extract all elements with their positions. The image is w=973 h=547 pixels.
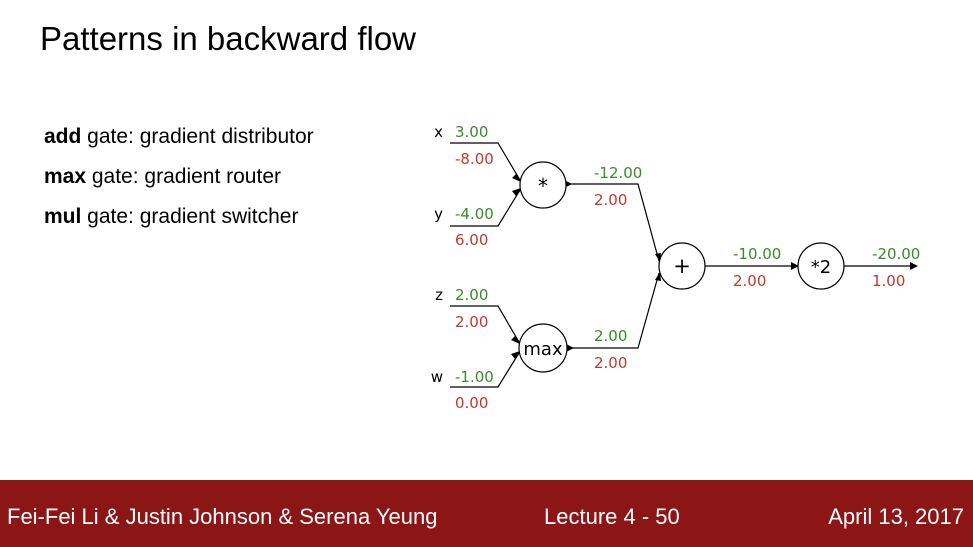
arrowhead: [512, 174, 521, 182]
input-name-w: w: [431, 368, 443, 386]
input-name-y: y: [434, 205, 443, 223]
footer-authors: Fei-Fei Li & Justin Johnson & Serena Yeu…: [7, 504, 438, 529]
y-gradient: 6.00: [455, 231, 488, 249]
add-gate-label: +: [673, 254, 691, 278]
y-value: -4.00: [455, 205, 494, 223]
add-output-value: -10.00: [733, 245, 781, 263]
w-gradient: 0.00: [455, 394, 488, 412]
x-value: 3.00: [455, 123, 488, 141]
arrowhead: [512, 188, 521, 196]
slide: Patterns in backward flow add gate: grad…: [0, 0, 973, 547]
arrowhead: [511, 351, 520, 359]
final-output-gradient: 1.00: [872, 272, 905, 290]
mul-output-gradient: 2.00: [594, 191, 627, 209]
add-output-gradient: 2.00: [733, 272, 766, 290]
z-gradient: 2.00: [455, 313, 488, 331]
x-gradient: -8.00: [455, 150, 494, 168]
z-value: 2.00: [455, 286, 488, 304]
max-gate-label: max: [523, 339, 563, 360]
footer-lecture: Lecture 4 - 50: [544, 504, 680, 529]
final-output-value: -20.00: [872, 245, 920, 263]
input-name-x: x: [434, 123, 443, 141]
mul-output-value: -12.00: [594, 164, 642, 182]
node-labels: * max + *2: [523, 174, 831, 360]
arrowhead: [511, 336, 520, 344]
input-name-z: z: [435, 286, 443, 304]
max-output-gradient: 2.00: [594, 354, 627, 372]
scale-gate-label: *2: [811, 257, 831, 278]
arrowhead: [910, 262, 918, 270]
w-value: -1.00: [455, 368, 494, 386]
max-output-value: 2.00: [594, 327, 627, 345]
footer-bar: Fei-Fei Li & Justin Johnson & Serena Yeu…: [0, 480, 973, 547]
computational-graph: * max + *2 x y z w 3.00 -4.00 2.00 -1.00…: [431, 123, 921, 412]
input-names: x y z w: [431, 123, 443, 386]
mul-gate-label: *: [538, 174, 548, 198]
footer-date: April 13, 2017: [828, 504, 964, 529]
